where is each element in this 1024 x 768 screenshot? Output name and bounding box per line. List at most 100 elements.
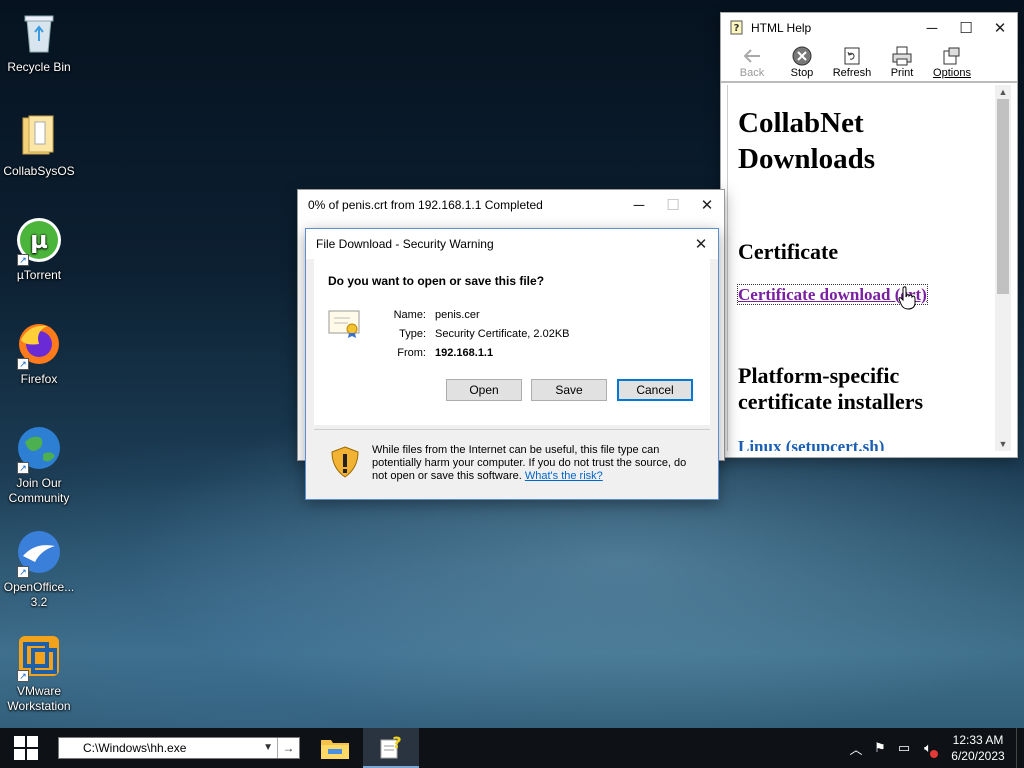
- shortcut-arrow-icon: ↗: [17, 670, 29, 682]
- desktop-icon-openoffice[interactable]: ↗ OpenOffice... 3.2: [0, 528, 78, 610]
- dialog-title: File Download - Security Warning: [316, 237, 494, 251]
- help-app-icon: ?: [721, 19, 745, 38]
- help-content-pane: CollabNet Downloads Certificate Certific…: [727, 85, 997, 451]
- flag-icon[interactable]: ⚑: [868, 740, 892, 756]
- dialog-question: Do you want to open or save this file?: [328, 274, 545, 288]
- run-address-value: C:\Windows\hh.exe: [83, 741, 187, 755]
- clock-time: 12:33 AM: [952, 733, 1004, 747]
- stop-button[interactable]: Stop: [777, 43, 827, 79]
- maximize-button[interactable]: ☐: [949, 13, 983, 43]
- options-icon: [927, 45, 977, 67]
- section-heading-platform-installers: Platform-specific certificate installers: [738, 363, 924, 414]
- desktop-icon-recycle-bin[interactable]: Recycle Bin: [0, 8, 78, 75]
- options-button[interactable]: Options: [927, 43, 977, 79]
- back-button[interactable]: Back: [727, 43, 777, 79]
- svg-text:?: ?: [392, 734, 401, 752]
- desktop-icon-collabsysos[interactable]: CollabSysOS: [0, 112, 78, 179]
- desktop-icon-label: VMware Workstation: [7, 684, 71, 713]
- scrollbar-thumb[interactable]: [997, 99, 1009, 294]
- folder-icon: [321, 740, 349, 759]
- taskbar-html-help[interactable]: ?: [363, 728, 419, 768]
- stop-label: Stop: [790, 67, 814, 79]
- help-toolbar: Back Stop Refresh Print Options: [721, 43, 1017, 83]
- firefox-icon: ↗: [15, 320, 63, 370]
- scroll-up-icon[interactable]: ▲: [995, 85, 1011, 99]
- whats-the-risk-link[interactable]: What's the risk?: [525, 470, 603, 482]
- page-title: CollabNet Downloads: [738, 107, 875, 175]
- progress-window-title: 0% of penis.crt from 192.168.1.1 Complet…: [308, 198, 543, 212]
- svg-text:?: ?: [734, 23, 740, 34]
- globe-icon: ↗: [15, 424, 63, 474]
- taskbar: C:\Windows\hh.exe ▼ → ? ︿ ⚑ ▭ 🔈︎ 12:33 A…: [0, 728, 1024, 768]
- print-label: Print: [890, 67, 914, 79]
- help-document-icon: ?: [380, 734, 402, 759]
- start-button[interactable]: [0, 728, 52, 768]
- dialog-body: Do you want to open or save this file? N…: [314, 259, 710, 425]
- network-icon[interactable]: ▭: [892, 740, 916, 756]
- desktop-icon-label: CollabSysOS: [3, 164, 75, 178]
- print-button[interactable]: Print: [877, 43, 927, 79]
- utorrent-icon: µ ↗: [15, 216, 63, 266]
- desktop-icon-join-our-community[interactable]: ↗ Join Our Community: [0, 424, 78, 506]
- minimize-button[interactable]: ─: [915, 13, 949, 43]
- desktop-icon-label: µTorrent: [16, 268, 62, 282]
- desktop-icon-vmware[interactable]: ↗ VMware Workstation: [0, 632, 78, 714]
- warning-text-block: While files from the Internet can be use…: [372, 444, 702, 483]
- maximize-button: ☐: [666, 197, 680, 214]
- desktop-icon-label: Join Our Community: [8, 476, 70, 505]
- taskbar-file-explorer[interactable]: [307, 728, 363, 768]
- refresh-icon: [827, 45, 877, 67]
- refresh-label: Refresh: [832, 67, 872, 79]
- run-address-box[interactable]: C:\Windows\hh.exe ▼ →: [58, 737, 300, 759]
- html-help-window: ? HTML Help ─ ☐ ✕ Back Stop Refresh Prin…: [720, 12, 1018, 458]
- linux-setupcert-link[interactable]: Linux (setupcert.sh): [738, 437, 884, 451]
- stop-icon: [777, 45, 827, 67]
- clock[interactable]: 12:33 AM 6/20/2023: [940, 732, 1016, 764]
- shortcut-arrow-icon: ↗: [17, 254, 29, 266]
- recycle-bin-icon: [15, 8, 63, 56]
- openoffice-icon: ↗: [15, 528, 63, 578]
- dialog-titlebar[interactable]: File Download - Security Warning ✕: [306, 229, 718, 259]
- desktop-icon-firefox[interactable]: ↗ Firefox: [0, 320, 78, 387]
- security-warning-dialog: File Download - Security Warning ✕ Do yo…: [305, 228, 719, 500]
- chevron-down-icon[interactable]: ▼: [263, 738, 273, 758]
- name-value: penis.cer: [435, 309, 480, 321]
- show-desktop-button[interactable]: [1016, 728, 1024, 768]
- go-arrow-icon[interactable]: →: [277, 738, 299, 758]
- save-button[interactable]: Save: [531, 379, 607, 401]
- scroll-down-icon[interactable]: ▼: [995, 437, 1011, 451]
- desktop-icon-utorrent[interactable]: µ ↗ µTorrent: [0, 216, 78, 283]
- minimize-button[interactable]: ─: [622, 190, 656, 220]
- help-scrollbar[interactable]: ▲ ▼: [995, 85, 1011, 451]
- chevron-up-icon[interactable]: ︿: [844, 739, 868, 758]
- clock-date: 6/20/2023: [951, 749, 1005, 763]
- system-tray: ︿ ⚑ ▭ 🔈︎ 12:33 AM 6/20/2023: [844, 728, 1024, 768]
- volume-muted-icon[interactable]: 🔈︎: [916, 740, 940, 758]
- desktop-icon-label: Firefox: [20, 372, 58, 386]
- security-warning-panel: While files from the Internet can be use…: [314, 429, 710, 493]
- help-window-title: HTML Help: [751, 21, 812, 35]
- close-button[interactable]: ✕: [684, 229, 718, 259]
- windows-logo-icon: [14, 736, 38, 760]
- desktop-icon-label: Recycle Bin: [7, 60, 71, 74]
- options-label: Options: [933, 67, 971, 79]
- cancel-button[interactable]: Cancel: [617, 379, 693, 401]
- from-label: From:: [397, 347, 426, 359]
- shortcut-arrow-icon: ↗: [17, 358, 29, 370]
- progress-titlebar[interactable]: 0% of penis.crt from 192.168.1.1 Complet…: [298, 190, 724, 220]
- help-titlebar[interactable]: ? HTML Help ─ ☐ ✕: [721, 13, 1017, 43]
- from-value: 192.168.1.1: [435, 347, 494, 359]
- desktop-icon-label: OpenOffice... 3.2: [3, 580, 75, 609]
- close-button[interactable]: ✕: [983, 13, 1017, 43]
- open-button[interactable]: Open: [446, 379, 522, 401]
- refresh-button[interactable]: Refresh: [827, 43, 877, 79]
- certificate-file-icon: [328, 309, 362, 342]
- shortcut-arrow-icon: ↗: [17, 566, 29, 578]
- type-value: Security Certificate, 2.02KB: [435, 328, 570, 340]
- svg-text:µ: µ: [30, 226, 48, 254]
- back-arrow-icon: [727, 45, 777, 67]
- folder-icon: [15, 112, 63, 160]
- close-button[interactable]: ✕: [690, 190, 724, 220]
- printer-icon: [877, 45, 927, 67]
- type-label: Type:: [399, 328, 426, 340]
